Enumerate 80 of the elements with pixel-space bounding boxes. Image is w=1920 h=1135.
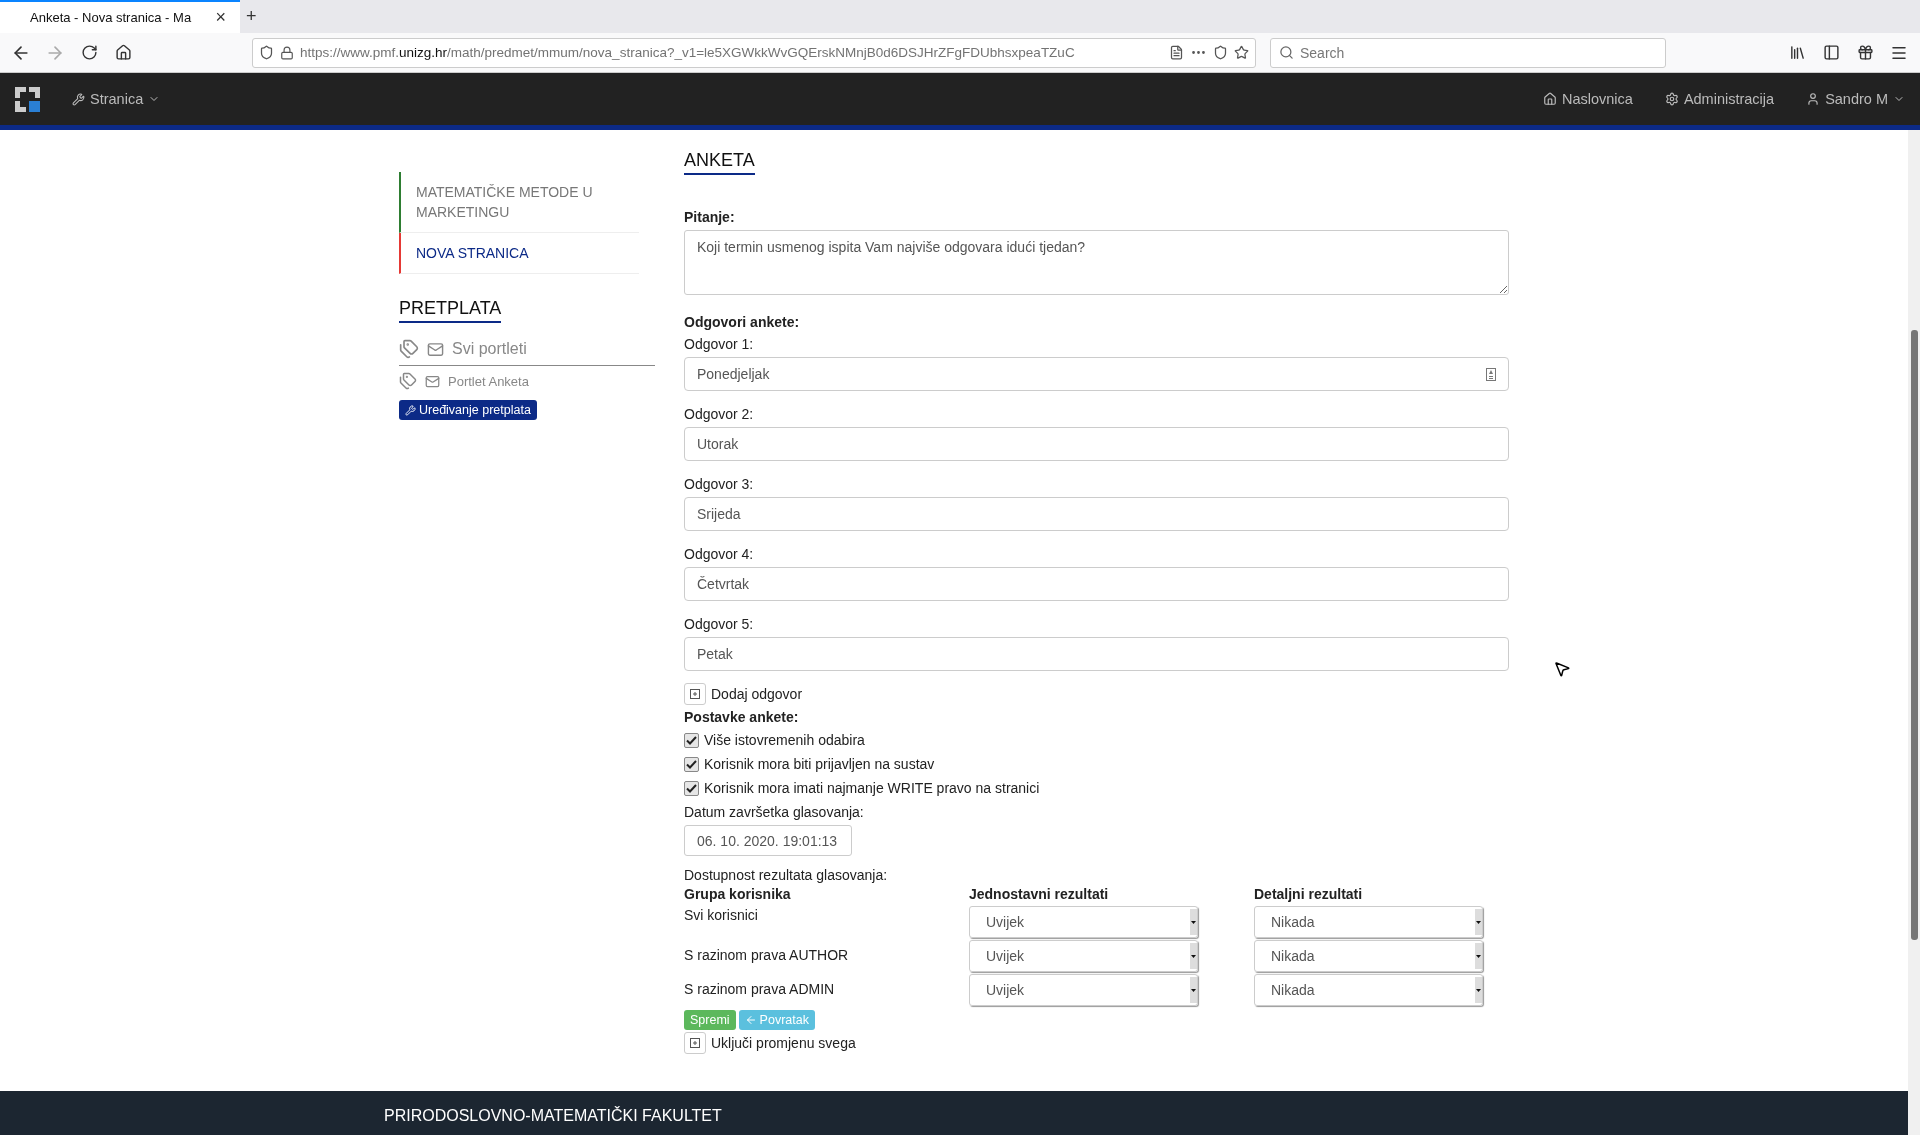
- nav-link[interactable]: Sandro M: [1806, 91, 1905, 107]
- home-icon: [1542, 92, 1557, 106]
- add-answer-label: Dodaj odgovor: [711, 684, 803, 704]
- option-label: Korisnik mora imati najmanje WRITE pravo na stranici: [704, 779, 1040, 798]
- wrench-icon: [405, 404, 416, 416]
- tags-icon: [399, 372, 417, 390]
- group-label: Svi korisnici: [684, 906, 759, 925]
- shield-icon: [259, 45, 274, 60]
- end-date-label: Datum završetka glasovanja:: [684, 803, 865, 822]
- mail-icon: [425, 373, 440, 389]
- edit-subscriptions-button[interactable]: Uređivanje pretplata: [399, 400, 537, 420]
- checkbox[interactable]: [684, 733, 699, 748]
- arrow-left-icon: [744, 1014, 757, 1026]
- search-icon: [1279, 45, 1294, 60]
- option-label: Više istovremenih odabira: [704, 731, 865, 750]
- search-field[interactable]: Search: [1270, 37, 1666, 68]
- answer-field[interactable]: Petak: [684, 637, 1509, 671]
- settings-heading: Postavke ankete:: [684, 708, 800, 727]
- option-label: Korisnik mora biti prijavljen na sustav: [704, 755, 935, 774]
- answer-label: Odgovor 2:: [684, 405, 755, 424]
- url-field[interactable]: https://www.pmf.unizg.hr/math/predmet/mmum/nova_stranica?_v1=le5XGWkkWvGQErskNMnjB0d6DSJHrZFgFDUbhsxpeaTZuC: [252, 37, 1256, 68]
- gear-icon: [1664, 92, 1679, 106]
- answer-field[interactable]: Ponedjeljak: [684, 357, 1509, 391]
- question-field[interactable]: Koji termin usmenog ispita Vam najviše odgovara idući tjedan?: [684, 230, 1509, 295]
- checkbox[interactable]: [684, 781, 699, 796]
- nav-link[interactable]: Naslovnica: [1542, 91, 1633, 107]
- select-field[interactable]: Uvijek: [969, 940, 1198, 972]
- subscription-label: Svi portleti: [452, 340, 527, 358]
- user-icon: [1806, 92, 1821, 106]
- select-field[interactable]: Uvijek: [969, 906, 1198, 938]
- url-text: https://www.pmf.unizg.hr/math/predmet/mmum/nova_stranica?_v1=le5XGWkkWvGQErskNMnjB0d6DSJHrZFgFDUbhsxpeaTZuC: [300, 45, 1076, 60]
- subscription-label: Portlet Anketa: [448, 373, 529, 389]
- group-label: S razinom prava ADMIN: [684, 980, 836, 999]
- mail-icon: [427, 340, 444, 358]
- lock-icon: [280, 45, 294, 60]
- select-field[interactable]: Uvijek: [969, 974, 1198, 1006]
- close-tab-button[interactable]: ×: [209, 7, 232, 28]
- add-answer-button[interactable]: [684, 683, 706, 705]
- star-icon[interactable]: [1234, 45, 1249, 60]
- select-field[interactable]: Nikada: [1254, 906, 1483, 938]
- autofill-icon[interactable]: [1486, 367, 1496, 381]
- answer-label: Odgovor 5:: [684, 615, 755, 634]
- mouse-cursor-icon: [1553, 660, 1571, 678]
- answer-label: Odgovor 3:: [684, 475, 755, 494]
- answer-label: Odgovor 1:: [684, 335, 755, 354]
- sidebar-page-link[interactable]: NOVA STRANICA: [399, 233, 639, 274]
- group-label: S razinom prava AUTHOR: [684, 946, 850, 965]
- toggle-all-label: Uključi promjenu svega: [711, 1033, 856, 1053]
- select-field[interactable]: Nikada: [1254, 940, 1483, 972]
- availability-label: Dostupnost rezultata glasovanja:: [684, 866, 889, 885]
- scrollbar-thumb[interactable]: [1911, 330, 1918, 940]
- footer-title: PRIRODOSLOVNO-MATEMATIČKI FAKULTET: [384, 1107, 722, 1124]
- tags-icon: [399, 339, 419, 359]
- logo-icon[interactable]: [15, 86, 40, 112]
- new-tab-button[interactable]: +: [240, 0, 263, 33]
- end-date-field[interactable]: 06. 10. 2020. 19:01:13: [684, 825, 852, 856]
- nav-link[interactable]: Administracija: [1664, 91, 1775, 107]
- page-menu[interactable]: Stranica: [72, 91, 161, 107]
- select-field[interactable]: Nikada: [1254, 974, 1483, 1006]
- scrollbar[interactable]: [1908, 130, 1920, 1135]
- subscription-heading: PRETPLATA: [399, 298, 502, 323]
- column-header: Jednostavni rezultati: [969, 885, 1110, 904]
- sidebar-page-link[interactable]: MATEMATIČKE METODE U MARKETINGU: [399, 172, 639, 233]
- answer-field[interactable]: Četvrtak: [684, 567, 1509, 601]
- checkbox[interactable]: [684, 757, 699, 772]
- browser-tab[interactable]: Anketa - Nova stranica - Ma ×: [0, 0, 240, 33]
- question-label: Pitanje:: [684, 208, 736, 227]
- page-title: ANKETA: [684, 150, 755, 175]
- answer-field[interactable]: Srijeda: [684, 497, 1509, 531]
- column-header: Grupa korisnika: [684, 885, 792, 904]
- column-header: Detaljni rezultati: [1254, 885, 1364, 904]
- tab-title: Anketa - Nova stranica - Ma: [30, 10, 193, 25]
- plus-icon: [690, 1038, 700, 1048]
- wrench-icon: [72, 92, 85, 106]
- plus-icon: [690, 689, 700, 699]
- answer-field[interactable]: Utorak: [684, 427, 1509, 461]
- answer-label: Odgovor 4:: [684, 545, 755, 564]
- toggle-all-button[interactable]: [684, 1032, 706, 1054]
- answers-heading: Odgovori ankete:: [684, 313, 801, 332]
- reader-icon[interactable]: [1169, 45, 1184, 60]
